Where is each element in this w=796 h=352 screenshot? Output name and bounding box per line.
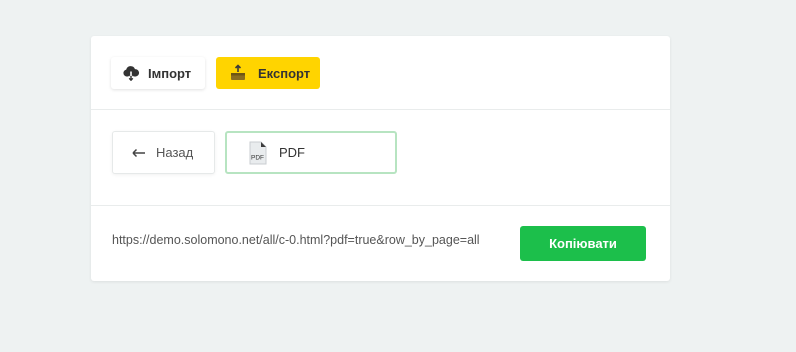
pdf-format-button[interactable]: PDF PDF bbox=[225, 131, 397, 174]
import-tab[interactable]: Імпорт bbox=[111, 57, 205, 89]
copy-button[interactable]: Копіювати bbox=[520, 226, 646, 261]
export-tab[interactable]: Експорт bbox=[216, 57, 320, 89]
cloud-download-icon bbox=[121, 63, 141, 83]
pdf-format-label: PDF bbox=[279, 145, 305, 160]
back-button-label: Назад bbox=[156, 145, 194, 160]
back-button[interactable]: Назад bbox=[112, 131, 215, 174]
import-export-tabs: Імпорт Експорт bbox=[91, 36, 670, 110]
export-url: https://demo.solomono.net/all/c-0.html?p… bbox=[112, 233, 480, 247]
arrow-left-icon bbox=[132, 148, 146, 158]
export-panel: Імпорт Експорт Назад PDF PDF https://dem… bbox=[91, 36, 670, 281]
format-selector: Назад PDF PDF bbox=[91, 110, 670, 206]
box-upload-icon bbox=[228, 63, 248, 83]
export-tab-label: Експорт bbox=[258, 65, 311, 81]
svg-text:PDF: PDF bbox=[251, 154, 264, 161]
pdf-file-icon: PDF bbox=[248, 141, 268, 165]
import-tab-label: Імпорт bbox=[148, 65, 192, 81]
